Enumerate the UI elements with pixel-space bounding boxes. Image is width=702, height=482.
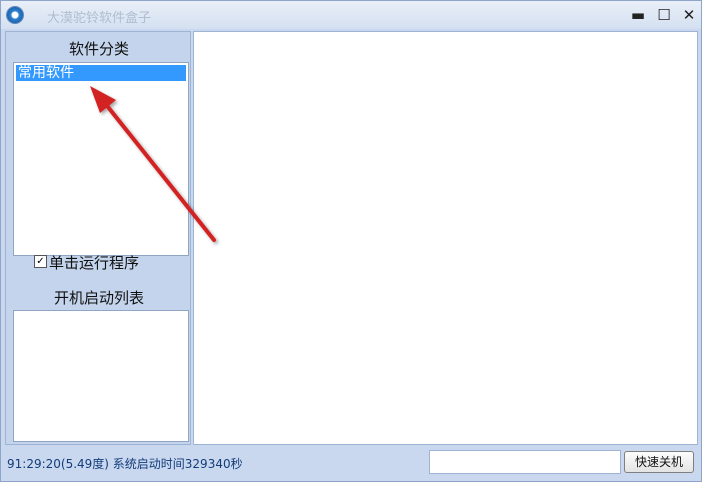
main-window: 大漠驼铃软件盒子 ▬ ☐ ✕ 软件分类 常用软件 ✓ 单击运行程序 开机启动列表… bbox=[0, 0, 702, 482]
status-info: 91:29:20(5.49度) 系统启动时间329340秒 bbox=[7, 457, 243, 471]
window-title: 大漠驼铃软件盒子 bbox=[47, 11, 152, 26]
status-input-box[interactable] bbox=[429, 450, 621, 474]
category-title: 软件分类 bbox=[68, 40, 129, 58]
quick-shutdown-button[interactable]: 快速关机 bbox=[624, 451, 694, 473]
sidebar: 软件分类 常用软件 ✓ 单击运行程序 开机启动列表 bbox=[5, 31, 191, 445]
title-bar[interactable]: 大漠驼铃软件盒子 ▬ ☐ ✕ bbox=[1, 1, 701, 29]
status-bar: 91:29:20(5.49度) 系统启动时间329340秒 快速关机 bbox=[1, 447, 701, 481]
minimize-button[interactable]: ▬ bbox=[627, 5, 649, 25]
category-item-common[interactable]: 常用软件 bbox=[16, 65, 186, 81]
single-click-run-label[interactable]: 单击运行程序 bbox=[49, 252, 139, 273]
maximize-button[interactable]: ☐ bbox=[653, 5, 675, 25]
category-list[interactable]: 常用软件 bbox=[13, 62, 189, 256]
startup-list[interactable] bbox=[13, 310, 189, 442]
single-click-run-checkbox[interactable]: ✓ bbox=[34, 255, 47, 268]
software-panel[interactable] bbox=[193, 31, 698, 445]
app-icon bbox=[7, 7, 23, 23]
close-button[interactable]: ✕ bbox=[678, 5, 700, 25]
startup-list-title: 开机启动列表 bbox=[53, 289, 144, 307]
